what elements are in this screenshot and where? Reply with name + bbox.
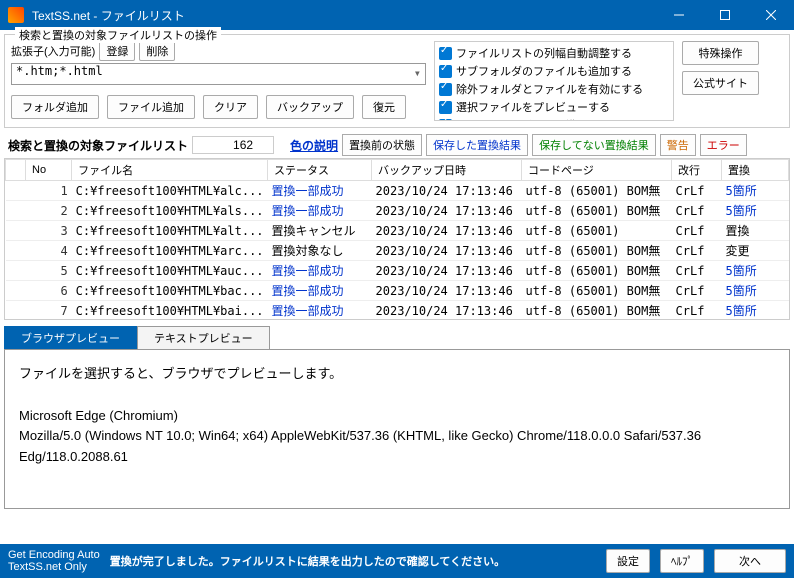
checkbox-icon xyxy=(439,119,452,122)
option-label: 選択ファイルをプレビューする xyxy=(456,99,610,115)
table-row[interactable]: 7C:¥freesoft100¥HTML¥bai...置換一部成功2023/10… xyxy=(6,301,789,321)
preview-tabs: ブラウザプレビュー テキストプレビュー xyxy=(4,326,790,349)
checkbox-icon xyxy=(439,101,452,114)
col-codepage[interactable]: コードページ xyxy=(522,160,672,181)
col-no[interactable]: No xyxy=(26,160,72,181)
settings-button[interactable]: 設定 xyxy=(606,549,650,573)
maximize-button[interactable] xyxy=(702,0,748,30)
preview-hint: ファイルを選択すると、ブラウザでプレビューします。 xyxy=(19,364,775,385)
minimize-button[interactable] xyxy=(656,0,702,30)
help-button[interactable]: ﾍﾙﾌﾟ xyxy=(660,549,704,573)
table-row[interactable]: 1C:¥freesoft100¥HTML¥alc...置換一部成功2023/10… xyxy=(6,181,789,201)
col-status[interactable]: ステータス xyxy=(268,160,372,181)
special-ops-button[interactable]: 特殊操作 xyxy=(682,41,759,65)
next-button[interactable]: 次へ xyxy=(714,549,786,573)
titlebar: TextSS.net - ファイルリスト xyxy=(0,0,794,30)
table-row[interactable]: 3C:¥freesoft100¥HTML¥alt...置換キャンセル2023/1… xyxy=(6,221,789,241)
filter-before[interactable]: 置換前の状態 xyxy=(342,134,422,156)
status-app: TextSS.net Only xyxy=(8,561,100,573)
col-newline[interactable]: 改行 xyxy=(672,160,722,181)
option-item[interactable]: 選択ファイルをプレビューする xyxy=(437,98,671,116)
col-file[interactable]: ファイル名 xyxy=(72,160,268,181)
option-item[interactable]: テキストプレビューで横スクロールする xyxy=(437,116,671,121)
panel-title: 検索と置換の対象ファイルリストの操作 xyxy=(15,27,221,43)
option-item[interactable]: ファイルリストの列幅自動調整する xyxy=(437,44,671,62)
table-row[interactable]: 5C:¥freesoft100¥HTML¥auc...置換一部成功2023/10… xyxy=(6,261,789,281)
tab-text-preview[interactable]: テキストプレビュー xyxy=(137,326,270,349)
option-label: 除外フォルダとファイルを有効にする xyxy=(456,81,643,97)
filter-error[interactable]: エラー xyxy=(700,134,747,156)
status-message: 置換が完了しました。ファイルリストに結果を出力したので確認してください。 xyxy=(110,553,596,569)
tab-browser-preview[interactable]: ブラウザプレビュー xyxy=(4,326,137,349)
add-folder-button[interactable]: フォルダ追加 xyxy=(11,95,99,119)
midbar: 検索と置換の対象ファイルリスト 162 色の説明 置換前の状態 保存した置換結果… xyxy=(0,132,794,158)
col-backup[interactable]: バックアップ日時 xyxy=(372,160,522,181)
status-encoding: Get Encoding Auto xyxy=(8,549,100,561)
preview-browser: Microsoft Edge (Chromium) xyxy=(19,406,775,427)
clear-button[interactable]: クリア xyxy=(203,95,258,119)
option-item[interactable]: 除外フォルダとファイルを有効にする xyxy=(437,80,671,98)
color-info-link[interactable]: 色の説明 xyxy=(290,137,338,154)
filter-unsaved[interactable]: 保存してない置換結果 xyxy=(532,134,656,156)
ext-delete-button[interactable]: 削除 xyxy=(139,41,175,61)
table-row[interactable]: 2C:¥freesoft100¥HTML¥als...置換一部成功2023/10… xyxy=(6,201,789,221)
table-row[interactable]: 4C:¥freesoft100¥HTML¥arc...置換対象なし2023/10… xyxy=(6,241,789,261)
checkbox-icon xyxy=(439,83,452,96)
statusbar: Get Encoding Auto TextSS.net Only 置換が完了し… xyxy=(0,544,794,578)
official-site-button[interactable]: 公式サイト xyxy=(682,71,759,95)
file-grid[interactable]: No ファイル名 ステータス バックアップ日時 コードページ 改行 置換 1C:… xyxy=(4,158,790,320)
option-label: テキストプレビューで横スクロールする xyxy=(456,117,653,121)
preview-ua: Mozilla/5.0 (Windows NT 10.0; Win64; x64… xyxy=(19,426,775,468)
checkbox-icon xyxy=(439,47,452,60)
checkbox-icon xyxy=(439,65,452,78)
option-label: サブフォルダのファイルも追加する xyxy=(456,63,632,79)
ext-register-button[interactable]: 登録 xyxy=(99,41,135,61)
add-file-button[interactable]: ファイル追加 xyxy=(107,95,195,119)
restore-button[interactable]: 復元 xyxy=(362,95,406,119)
ext-label: 拡張子(入力可能) xyxy=(11,43,95,59)
filter-warn[interactable]: 警告 xyxy=(660,134,696,156)
list-label: 検索と置換の対象ファイルリスト xyxy=(8,137,188,154)
option-label: ファイルリストの列幅自動調整する xyxy=(456,45,632,61)
ext-combobox[interactable]: *.htm;*.html xyxy=(11,63,426,85)
file-count: 162 xyxy=(192,136,274,154)
option-item[interactable]: サブフォルダのファイルも追加する xyxy=(437,62,671,80)
options-list[interactable]: ファイルリストの列幅自動調整するサブフォルダのファイルも追加する除外フォルダとフ… xyxy=(434,41,674,121)
app-icon xyxy=(8,7,24,23)
backup-button[interactable]: バックアップ xyxy=(266,95,354,119)
col-replace[interactable]: 置換 xyxy=(722,160,789,181)
window-title: TextSS.net - ファイルリスト xyxy=(32,7,656,24)
table-row[interactable]: 6C:¥freesoft100¥HTML¥bac...置換一部成功2023/10… xyxy=(6,281,789,301)
close-button[interactable] xyxy=(748,0,794,30)
file-list-panel: 検索と置換の対象ファイルリストの操作 拡張子(入力可能) 登録 削除 *.htm… xyxy=(4,34,790,128)
preview-pane: ファイルを選択すると、ブラウザでプレビューします。 Microsoft Edge… xyxy=(4,349,790,509)
filter-saved[interactable]: 保存した置換結果 xyxy=(426,134,528,156)
